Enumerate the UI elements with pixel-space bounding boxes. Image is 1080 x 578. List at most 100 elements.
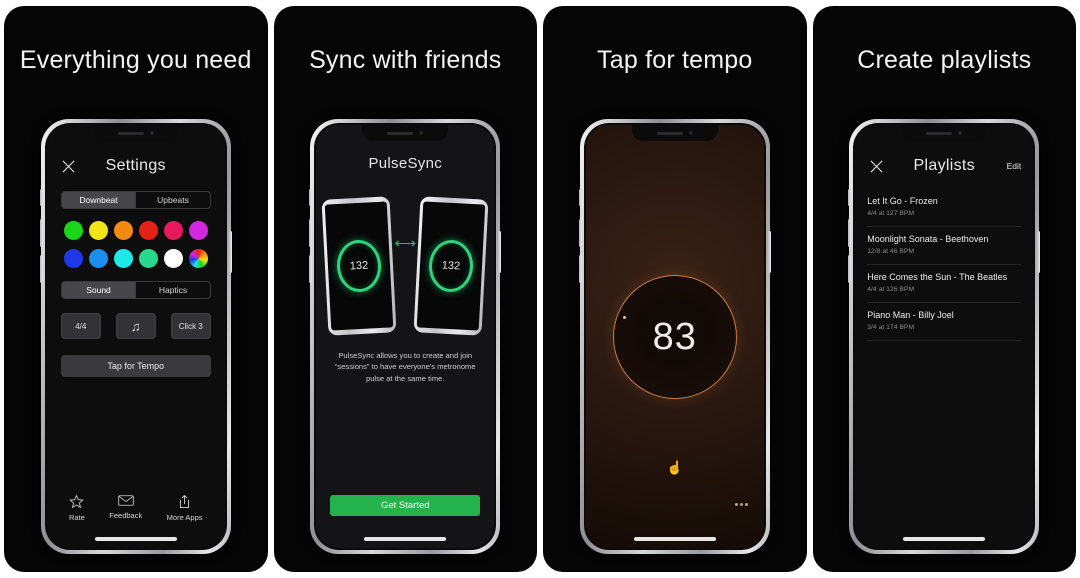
power-button [228,231,232,273]
list-item[interactable]: Piano Man - Billy Joel 3/4 at 174 BPM [867,303,1022,341]
envelope-icon [118,494,134,507]
segment-sound[interactable]: Sound [61,282,137,298]
mute-switch [39,189,43,206]
color-swatch-spring[interactable] [138,249,158,268]
speaker-grille-icon [926,131,953,135]
beat-segmented-control[interactable]: Downbeat Upbeats [60,191,211,209]
color-swatch-orange[interactable] [113,221,133,240]
list-item[interactable]: Moonlight Sonata - Beethoven 12/8 at 46 … [867,227,1022,265]
edit-button[interactable]: Edit [1007,161,1022,171]
page-title: Playlists [913,157,975,174]
panel-headline: Everything you need [19,46,252,74]
click-sound-button[interactable]: Click 3 [170,313,211,339]
color-swatch-grid [61,221,211,268]
device-left-screen: 132 [324,201,394,331]
device-right: 132 [413,196,489,336]
rate-label: Rate [68,513,85,522]
color-swatch-cyan[interactable] [113,249,133,268]
device-right-bpm-ring: 132 [427,238,475,294]
phone-mockup-settings: Settings Downbeat Upbeats Sound Haptics … [39,119,232,554]
tap-for-tempo-button[interactable]: Tap for Tempo [60,355,211,377]
page-title: Settings [105,157,166,174]
power-button [498,231,502,273]
color-swatch-blue[interactable] [63,249,83,268]
volume-up-button [578,219,582,247]
more-apps-action[interactable]: More Apps [167,494,203,522]
device-left: 132 [321,196,397,336]
mute-switch [848,189,852,206]
phone-notch [92,125,179,141]
device-left-bpm-ring: 132 [335,238,383,294]
volume-down-button [309,255,313,283]
playlist-name: Piano Man - Billy Joel [867,310,954,320]
panel-headline: Sync with friends [309,46,502,74]
segment-downbeat[interactable]: Downbeat [61,192,137,208]
phone-bezel: Settings Downbeat Upbeats Sound Haptics … [44,123,227,550]
close-icon[interactable] [869,159,884,174]
star-icon [69,494,85,509]
volume-up-button [848,219,852,247]
speaker-grille-icon [387,131,414,135]
metronome-screen: 83 ☝ [585,125,764,548]
control-button-row: 4/4 ♫ Click 3 [60,313,211,339]
phone-bezel: PulseSync 132 132 ⟷ PulseSync allows you… [314,123,497,550]
segment-upbeats[interactable]: Upbeats [136,192,210,208]
front-camera-icon [688,131,693,135]
playlist-meta: 12/8 at 46 BPM [867,248,915,255]
color-swatch-magenta[interactable] [188,221,208,240]
feedback-action[interactable]: Feedback [109,494,142,522]
sync-icon: ⟷ [394,235,417,252]
dot [744,503,748,506]
device-right-screen: 132 [416,201,486,331]
front-camera-icon [149,131,154,135]
front-camera-icon [958,131,963,135]
color-swatch-light-blue[interactable] [88,249,108,268]
color-swatch-red[interactable] [138,221,158,240]
page-title: PulseSync [368,155,443,172]
home-indicator [633,537,716,541]
color-swatch-green[interactable] [63,221,83,240]
color-swatch-rainbow[interactable] [188,249,208,268]
segment-haptics[interactable]: Haptics [136,282,210,298]
panel-headline: Tap for tempo [597,46,753,74]
output-segmented-control[interactable]: Sound Haptics [60,281,211,299]
paired-devices-illustration: 132 132 ⟷ [321,196,489,336]
playlist-name: Here Comes the Sun - The Beatles [867,272,1008,282]
panel-create-playlists: Create playlists Playlists Edit Let It G… [812,6,1076,572]
time-signature-button[interactable]: 4/4 [60,313,101,339]
color-swatch-yellow[interactable] [88,221,108,240]
tap-hand-icon[interactable]: ☝ [667,460,683,476]
settings-header: Settings [47,143,225,189]
get-started-button[interactable]: Get Started [330,495,481,516]
app-screenshot-gallery: Everything you need Settings Downbeat Up… [0,0,1080,578]
phone-mockup-playlists: Playlists Edit Let It Go - Frozen 4/4 at… [848,119,1041,554]
phone-bezel: 83 ☝ [583,123,766,550]
list-item[interactable]: Here Comes the Sun - The Beatles 4/4 at … [867,265,1022,303]
volume-down-button [578,255,582,283]
settings-screen: Settings Downbeat Upbeats Sound Haptics … [46,125,225,548]
more-dots-icon[interactable] [734,503,748,506]
panel-sync-with-friends: Sync with friends PulseSync 132 132 ⟷ Pu… [273,6,537,572]
home-indicator [94,537,177,541]
bpm-value: 83 [652,315,697,358]
phone-notch [362,125,449,141]
list-item[interactable]: Let It Go - Frozen 4/4 at 127 BPM [867,189,1022,227]
rate-action[interactable]: Rate [69,494,85,522]
more-apps-label: More Apps [166,513,203,522]
volume-down-button [39,255,43,283]
phone-notch [901,125,988,141]
tempo-dial[interactable]: 83 [612,275,737,399]
volume-up-button [309,219,313,247]
phone-mockup-pulsesync: PulseSync 132 132 ⟷ PulseSync allows you… [309,119,502,554]
color-swatch-pink[interactable] [163,221,183,240]
volume-down-button [848,255,852,283]
sound-note-button[interactable]: ♫ [115,313,156,339]
power-button [1037,231,1041,273]
phone-bezel: Playlists Edit Let It Go - Frozen 4/4 at… [853,123,1036,550]
color-swatch-white[interactable] [163,249,183,268]
panel-headline: Create playlists [857,46,1032,74]
playlist-name: Moonlight Sonata - Beethoven [867,234,989,244]
close-icon[interactable] [61,159,76,174]
playlist-name: Let It Go - Frozen [867,196,938,206]
mute-switch [309,189,313,206]
